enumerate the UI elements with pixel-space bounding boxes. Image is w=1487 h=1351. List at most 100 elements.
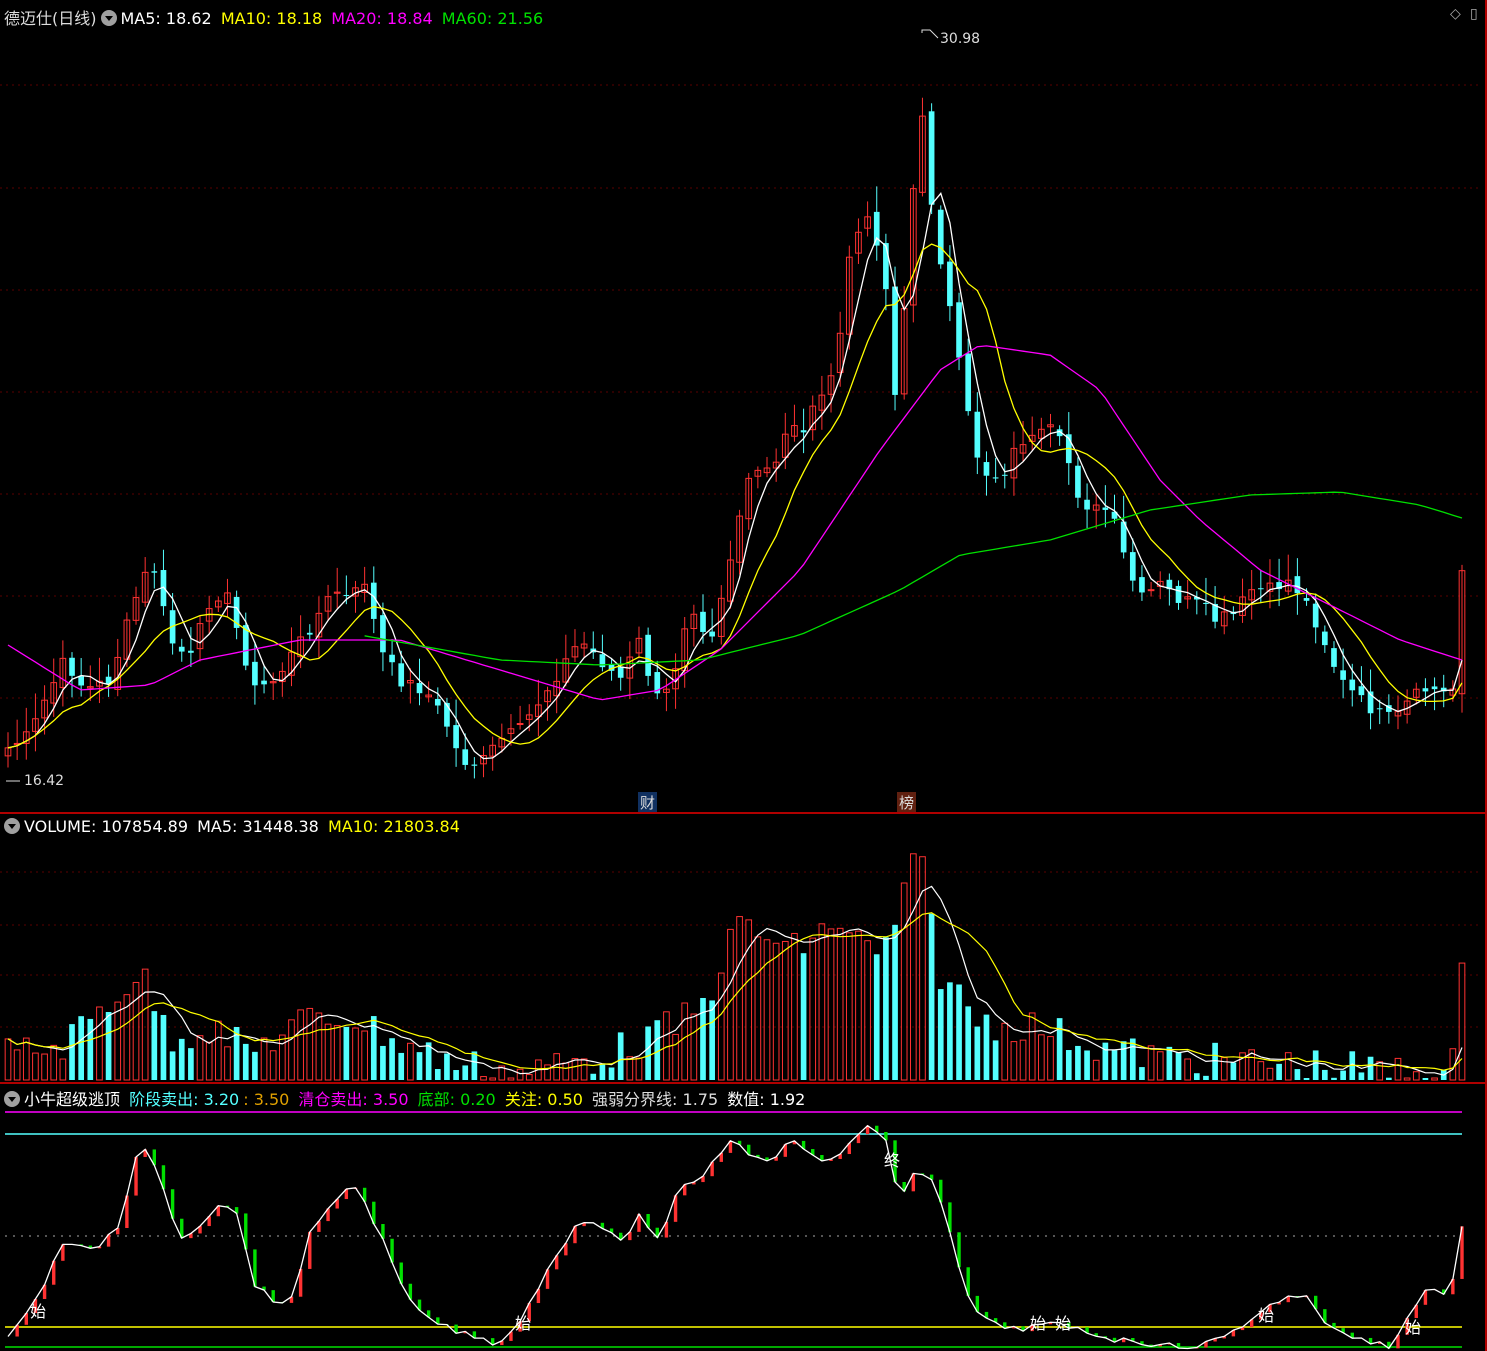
volume-bar-up — [41, 1053, 48, 1081]
volume-bar-up — [297, 1009, 304, 1081]
volume-bar-down — [1303, 1078, 1310, 1080]
volume-bar-up — [544, 1064, 551, 1081]
strength-label: 强弱分界线: 1.75 — [592, 1090, 719, 1109]
volume-bar-down — [178, 1038, 185, 1080]
volume-bar-up — [260, 1037, 268, 1081]
volume-bar-up — [1184, 1058, 1191, 1081]
volume-bar-down — [453, 1070, 459, 1080]
volume-bar-up — [224, 1046, 231, 1081]
candle-body-down — [343, 595, 350, 597]
volume-bar-up — [306, 1007, 314, 1081]
candle-body-down — [1257, 588, 1264, 590]
indicator-panel[interactable]: 始始始始始始终 小牛超级逃顶 阶段卖出: 3.20: 3.50 清仓卖出: 3.… — [0, 1084, 1487, 1351]
candle-body-down — [956, 302, 962, 358]
volume-bar-down — [1276, 1063, 1282, 1080]
volume-bar-up — [205, 1041, 213, 1081]
dropdown-icon[interactable] — [100, 10, 117, 26]
volume-bar-up — [571, 1058, 579, 1081]
start-signal-label: 始 — [1030, 1314, 1046, 1333]
clear-sell-label: 清仓卖出: 3.50 — [298, 1090, 409, 1109]
volume-bar-up — [1376, 1061, 1384, 1081]
volume-bar-up — [909, 853, 917, 1081]
start-signal-label: 始 — [1258, 1306, 1274, 1325]
volume-bar-up — [1047, 1036, 1054, 1081]
volume-bar-up — [196, 1035, 204, 1081]
list-tag[interactable]: 榜 — [897, 792, 917, 813]
candle-body-down — [434, 698, 441, 706]
volume-bar-up — [1147, 1045, 1155, 1081]
candle-body-down — [937, 209, 944, 265]
end-signal-label: 终 — [884, 1151, 900, 1170]
dropdown-icon[interactable] — [4, 1091, 20, 1107]
volume-bar-down — [1422, 1078, 1429, 1080]
candle-body-down — [700, 611, 706, 632]
volume-bar-down — [105, 1012, 112, 1080]
candle-body-down — [398, 663, 405, 687]
volume-bar-down — [1175, 1052, 1182, 1080]
candle-body-down — [471, 764, 478, 766]
dropdown-icon[interactable] — [4, 818, 20, 834]
volume-bar-up — [1092, 1059, 1100, 1081]
volume-bar-up — [141, 968, 149, 1081]
volume-bar-up — [1019, 1039, 1027, 1081]
candle-body-down — [800, 430, 807, 433]
volume-bar-down — [892, 924, 898, 1080]
volume-bar-up — [681, 1002, 689, 1081]
volume-bar-up — [836, 927, 844, 1081]
volume-bar-up — [516, 1068, 524, 1081]
volume-bar-down — [1331, 1077, 1337, 1080]
candle-body-down — [1139, 577, 1145, 593]
volume-bar-up — [1412, 1071, 1420, 1081]
candle-body-down — [709, 631, 715, 637]
candle-body-down — [965, 353, 972, 412]
volume-panel[interactable]: VOLUME: 107854.89 MA5: 31448.38 MA10: 21… — [0, 815, 1487, 1082]
indicator-chart[interactable]: 始始始始始始终 — [0, 1084, 1487, 1351]
volume-bar-down — [992, 1040, 999, 1080]
volume-bar-down — [1120, 1041, 1127, 1080]
value-label: 数值: 1.92 — [727, 1090, 806, 1109]
volume-bar-down — [380, 1045, 386, 1080]
volume-bar-up — [525, 1074, 533, 1081]
price-panel[interactable]: 德迈仕(日线) MA5: 18.62 MA10: 18.18 MA20: 18.8… — [0, 0, 1487, 813]
candle-body-down — [453, 725, 459, 749]
volume-bar-down — [398, 1052, 405, 1080]
volume-bar-up — [736, 916, 743, 1081]
volume-bar-up — [1394, 1057, 1402, 1081]
start-signal-label: 始 — [515, 1314, 531, 1333]
volume-bar-up — [480, 1076, 487, 1081]
candle-body-down — [1340, 670, 1346, 680]
volume-bar-down — [1129, 1038, 1136, 1080]
price-chart[interactable] — [0, 0, 1487, 812]
stage-sell-label: 阶段卖出: 3.20 — [129, 1090, 240, 1109]
volume-bar-up — [352, 1027, 359, 1081]
candle-body-down — [974, 411, 981, 458]
volume-bar-up — [809, 937, 817, 1081]
volume-bar-up — [754, 936, 762, 1081]
volume-bar-up — [13, 1049, 21, 1081]
volume-bar-down — [1084, 1050, 1090, 1080]
volume-bar-up — [132, 981, 140, 1081]
volume-bar-up — [772, 942, 780, 1081]
volume-bar-down — [471, 1051, 478, 1080]
candle-body-down — [1358, 686, 1365, 696]
volume-bar-down — [1386, 1077, 1392, 1080]
volume-bar-down — [937, 989, 944, 1080]
volume-bar-up — [827, 928, 835, 1081]
volume-bar-up — [1156, 1051, 1164, 1081]
volume-bar-up — [626, 1056, 634, 1081]
volume-bar-up — [333, 1025, 341, 1081]
candle-body-down — [462, 749, 469, 765]
finance-tag[interactable]: 财 — [638, 792, 658, 813]
volume-bar-up — [1010, 1041, 1018, 1081]
volume-bar-down — [87, 1018, 94, 1080]
diamond-icon[interactable]: ◇ — [1450, 6, 1461, 22]
volume-chart[interactable] — [0, 815, 1487, 1082]
volume-bar-down — [1065, 1050, 1072, 1080]
volume-bar-down — [883, 937, 889, 1080]
volume-bar-down — [608, 1067, 615, 1080]
panel-separator — [0, 812, 1487, 814]
volume-bar-up — [1257, 1061, 1265, 1081]
restore-icon[interactable]: ▯ — [1470, 6, 1478, 22]
low-price-label: 16.42 — [24, 773, 65, 789]
volume-bar-up — [690, 1013, 698, 1081]
